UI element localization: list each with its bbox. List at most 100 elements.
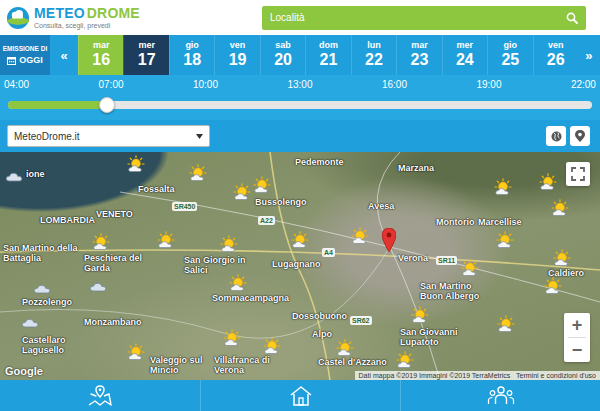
date-bar: EMISSIONE DIOGGI«mar16mer17gio18ven19sab… (0, 35, 600, 75)
time-tick: 22:00 (571, 79, 596, 90)
weather-marker[interactable] (233, 183, 251, 201)
emission-box[interactable]: EMISSIONE DIOGGI (0, 35, 50, 75)
community-nav-button[interactable] (400, 380, 600, 411)
weather-marker[interactable] (551, 199, 569, 217)
slider-fill (8, 101, 107, 109)
weather-marker[interactable] (21, 313, 39, 331)
weather-marker[interactable] (351, 227, 369, 245)
weather-marker[interactable] (89, 277, 107, 295)
day-tab[interactable]: mer17 (123, 35, 168, 75)
day-tab[interactable]: ven26 (533, 35, 578, 75)
prev-days-button[interactable]: « (50, 35, 78, 75)
search-icon[interactable] (566, 12, 578, 24)
logo-first: METEO (34, 5, 85, 21)
day-tab[interactable]: dom21 (305, 35, 350, 75)
home-nav-button[interactable] (200, 380, 400, 411)
cloud-icon (5, 167, 23, 185)
sun-cloud-icon (253, 176, 271, 194)
sun-cloud-icon (351, 227, 369, 245)
weather-marker[interactable] (263, 337, 281, 355)
fullscreen-button[interactable] (566, 162, 590, 186)
weather-marker[interactable] (291, 231, 309, 249)
day-weekday: mer (138, 41, 155, 51)
weather-marker[interactable] (223, 329, 241, 347)
weather-marker[interactable] (127, 343, 145, 361)
day-weekday: mar (411, 41, 428, 51)
day-number: 24 (456, 51, 474, 69)
weather-map[interactable]: A22A4SR11SR450SR62ionePedemonteMarzanaFo… (0, 152, 600, 380)
sun-cloud-icon (544, 277, 562, 295)
place-label: Marzana (398, 164, 434, 174)
road-label: SR450 (172, 202, 197, 211)
road-label: A22 (258, 216, 275, 225)
time-tick: 04:00 (4, 79, 29, 90)
day-tab[interactable]: gio25 (487, 35, 532, 75)
zoom-separator (568, 337, 586, 338)
map-attribution[interactable]: Dati mappa ©2019 Immagini ©2019 TerraMet… (355, 371, 600, 380)
map-nav-button[interactable] (0, 380, 200, 411)
slider-track[interactable] (8, 101, 592, 109)
weather-marker[interactable] (497, 315, 515, 333)
dropdown-caret-icon (196, 134, 203, 139)
day-tab[interactable]: lun22 (351, 35, 396, 75)
sun-cloud-icon (496, 231, 514, 249)
weather-marker[interactable] (253, 176, 271, 194)
weather-marker[interactable] (220, 235, 238, 253)
time-tick: 16:00 (382, 79, 407, 90)
logo-globe-icon (6, 6, 30, 30)
day-weekday: lun (367, 41, 381, 51)
place-label: Castel d'Azzano (318, 358, 387, 368)
place-label: Avesa (368, 202, 394, 212)
weather-marker[interactable] (553, 249, 571, 267)
day-tab[interactable]: mar23 (396, 35, 441, 75)
zoom-out-button[interactable]: − (564, 338, 590, 362)
next-days-button[interactable]: » (578, 35, 600, 75)
weather-marker[interactable] (229, 274, 247, 292)
google-logo[interactable]: Google (5, 365, 43, 377)
zoom-in-button[interactable]: + (564, 313, 590, 337)
logo[interactable]: METEODROMEConsulta, scegli, prevedi (6, 6, 140, 30)
people-group-icon (487, 385, 515, 407)
day-tab[interactable]: mar16 (78, 35, 123, 75)
day-weekday: gio (504, 41, 518, 51)
weather-marker[interactable] (189, 164, 207, 182)
sun-cloud-icon (223, 329, 241, 347)
weather-marker[interactable] (461, 259, 479, 277)
source-select[interactable]: MeteoDrome.it (7, 125, 210, 147)
weather-marker[interactable] (92, 233, 110, 251)
globe-button[interactable] (546, 126, 566, 146)
weather-marker[interactable] (157, 231, 175, 249)
time-tick: 07:00 (98, 79, 123, 90)
road-label: SR11 (436, 256, 457, 265)
weather-marker[interactable] (494, 178, 512, 196)
weather-marker[interactable] (5, 167, 23, 185)
weather-marker[interactable] (127, 155, 145, 173)
day-number: 23 (411, 51, 429, 69)
fullscreen-icon (571, 167, 585, 181)
weather-marker[interactable] (336, 339, 354, 357)
slider-handle[interactable] (99, 97, 115, 113)
weather-marker[interactable] (544, 277, 562, 295)
day-tab[interactable]: sab20 (260, 35, 305, 75)
day-tab[interactable]: ven19 (214, 35, 259, 75)
weather-marker[interactable] (411, 306, 429, 324)
weather-marker[interactable] (539, 173, 557, 191)
time-ticks: 04:0007:0010:0013:0016:0019:0022:00 (0, 79, 600, 90)
day-number: 17 (138, 51, 156, 69)
selected-location-pin-icon[interactable] (382, 228, 396, 252)
day-tab[interactable]: mer24 (442, 35, 487, 75)
search-placeholder: Località (270, 12, 304, 23)
weather-marker[interactable] (496, 231, 514, 249)
emission-value: OGGI (7, 55, 43, 65)
search-field[interactable]: Località (262, 6, 586, 30)
day-tab[interactable]: gio18 (169, 35, 214, 75)
road-label: A4 (322, 248, 335, 257)
day-weekday: mer (457, 41, 474, 51)
day-number: 19 (229, 51, 247, 69)
weather-marker[interactable] (33, 279, 51, 297)
emission-value-text: OGGI (19, 55, 43, 65)
weather-marker[interactable] (396, 351, 414, 369)
day-number: 18 (183, 51, 201, 69)
place-label: Bussolengo (255, 198, 307, 208)
location-button[interactable] (570, 126, 590, 146)
